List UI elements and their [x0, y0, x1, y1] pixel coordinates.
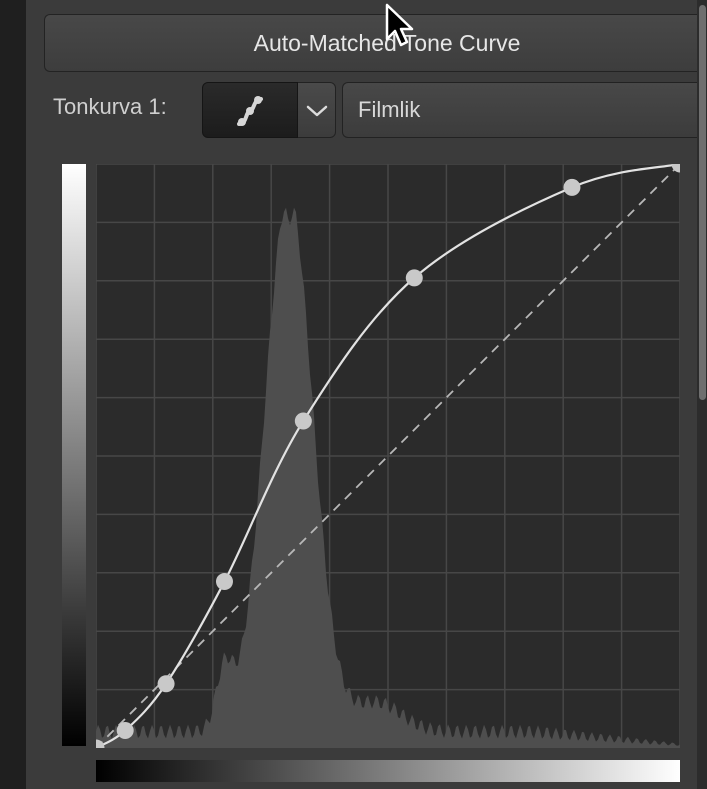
spline-curve-icon [237, 96, 263, 126]
curve-type-dropdown[interactable] [298, 82, 336, 138]
curve-mode-select[interactable]: Filmlik [342, 82, 707, 138]
curve-control-point[interactable] [116, 721, 134, 739]
tone-curve-label: Tonkurva 1: [53, 94, 167, 119]
input-gradient-bar [96, 760, 680, 782]
auto-matched-tone-curve-button[interactable]: Auto-Matched Tone Curve [44, 14, 707, 72]
tone-curve-graph[interactable] [87, 155, 689, 757]
chevron-down-icon [306, 105, 328, 117]
curve-type-button[interactable] [202, 82, 298, 138]
curve-mode-value: Filmlik [358, 97, 421, 122]
curve-control-point[interactable] [294, 412, 312, 430]
curve-control-point[interactable] [563, 178, 581, 196]
mouse-cursor-icon [385, 3, 414, 47]
curve-control-point[interactable] [157, 675, 175, 693]
output-gradient-bar [62, 164, 86, 746]
curve-control-point[interactable] [215, 573, 233, 591]
scrollbar-thumb[interactable] [699, 5, 706, 400]
curve-control-point[interactable] [405, 269, 423, 287]
